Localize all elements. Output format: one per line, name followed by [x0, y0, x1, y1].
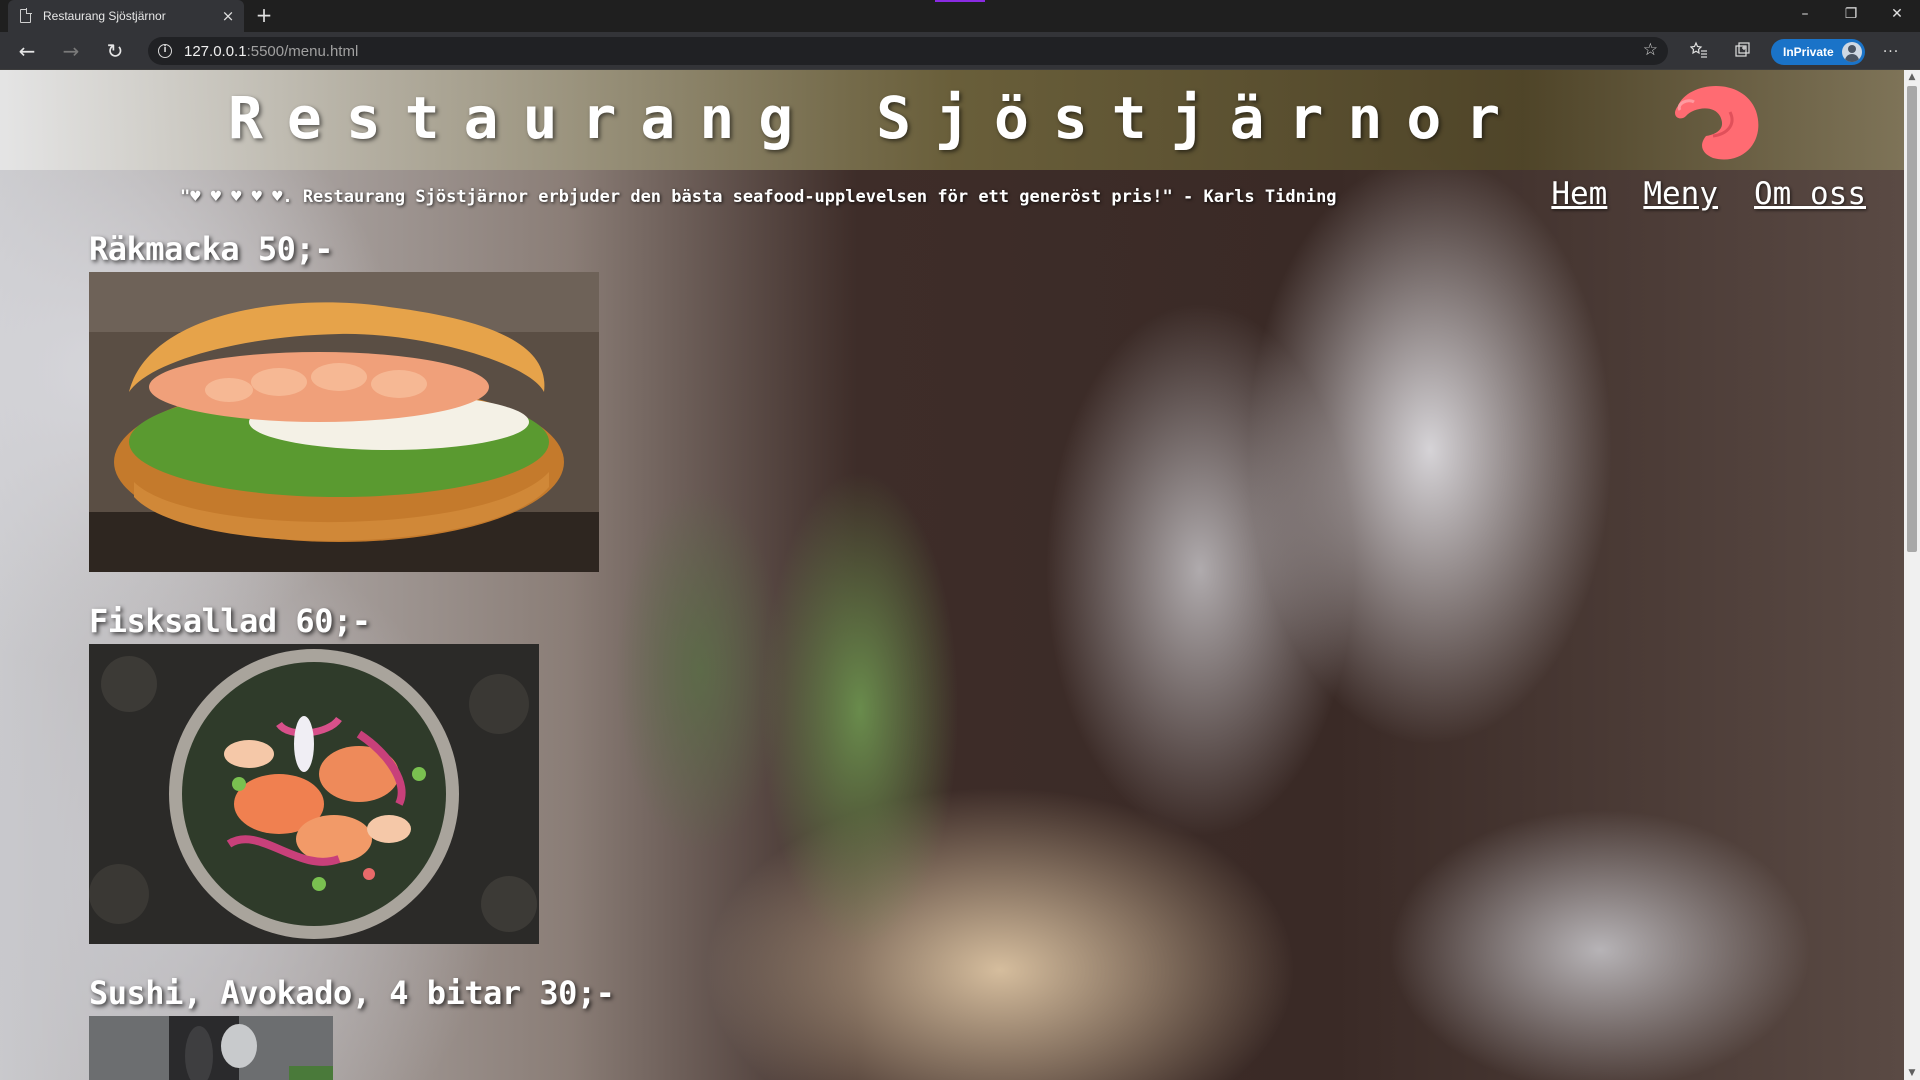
menu-item: Räkmacka 50;- — [89, 230, 599, 572]
shrimp-sandwich-image — [89, 272, 599, 572]
more-icon[interactable]: ··· — [1880, 41, 1902, 63]
main-nav: Hem Meny Om oss — [1551, 176, 1866, 212]
browser-tab-bar: Restaurang Sjöstjärnor × + – ❐ ✕ — [0, 0, 1920, 32]
close-window-button[interactable]: ✕ — [1874, 0, 1920, 28]
reload-button[interactable]: ↻ — [101, 37, 129, 65]
info-icon[interactable]: i — [158, 44, 172, 58]
minimize-button[interactable]: – — [1782, 0, 1828, 28]
address-bar[interactable]: i 127.0.0.1:5500/menu.html ☆ — [148, 37, 1668, 65]
nav-link-meny[interactable]: Meny — [1643, 176, 1718, 212]
nav-link-om-oss[interactable]: Om oss — [1754, 176, 1866, 212]
browser-toolbar: ← → ↻ i 127.0.0.1:5500/menu.html ☆ InPri… — [0, 32, 1920, 70]
tab-title: Restaurang Sjöstjärnor — [43, 9, 166, 23]
page-icon — [20, 8, 32, 23]
collections-icon[interactable] — [1732, 41, 1754, 63]
shrimp-logo-icon[interactable] — [1658, 76, 1768, 166]
scrollbar-thumb[interactable] — [1907, 86, 1917, 552]
site-header: Restaurang Sjöstjärnor — [0, 70, 1904, 170]
menu-item-title: Fisksallad 60;- — [89, 602, 371, 640]
url-host: 127.0.0.1 — [184, 42, 247, 60]
inprivate-label: InPrivate — [1783, 45, 1834, 59]
restore-button[interactable]: ❐ — [1828, 0, 1874, 28]
page-viewport: Restaurang Sjöstjärnor "♥ ♥ ♥ ♥ ♥. Resta… — [0, 70, 1904, 1080]
favorite-star-icon[interactable]: ☆ — [1643, 40, 1658, 60]
accent-line — [935, 0, 985, 2]
sushi-image — [89, 1016, 333, 1080]
scroll-down-arrow-icon[interactable]: ▼ — [1904, 1066, 1920, 1080]
url-text: 127.0.0.1:5500/menu.html — [184, 43, 358, 60]
review-quote: "♥ ♥ ♥ ♥ ♥. Restaurang Sjöstjärnor erbju… — [180, 187, 1337, 207]
browser-tab[interactable]: Restaurang Sjöstjärnor × — [8, 0, 244, 32]
page-scrollbar[interactable]: ▲ ▼ — [1904, 70, 1920, 1080]
site-title: Restaurang Sjöstjärnor — [228, 84, 1525, 152]
nav-link-hem[interactable]: Hem — [1551, 176, 1607, 212]
menu-item-title: Räkmacka 50;- — [89, 230, 333, 268]
forward-button[interactable]: → — [57, 37, 85, 65]
back-button[interactable]: ← — [13, 37, 41, 65]
new-tab-button[interactable]: + — [252, 4, 276, 28]
tab-close-icon[interactable]: × — [220, 8, 236, 24]
fish-salad-image — [89, 644, 539, 944]
favorites-icon[interactable] — [1688, 41, 1710, 63]
menu-item: Sushi, Avokado, 4 bitar 30;- — [89, 974, 615, 1080]
url-path: :5500/menu.html — [246, 42, 359, 60]
menu-item: Fisksallad 60;- — [89, 602, 539, 944]
menu-item-title: Sushi, Avokado, 4 bitar 30;- — [89, 974, 615, 1012]
avatar — [1842, 42, 1862, 62]
inprivate-badge[interactable]: InPrivate — [1771, 39, 1865, 65]
scroll-up-arrow-icon[interactable]: ▲ — [1904, 70, 1920, 84]
